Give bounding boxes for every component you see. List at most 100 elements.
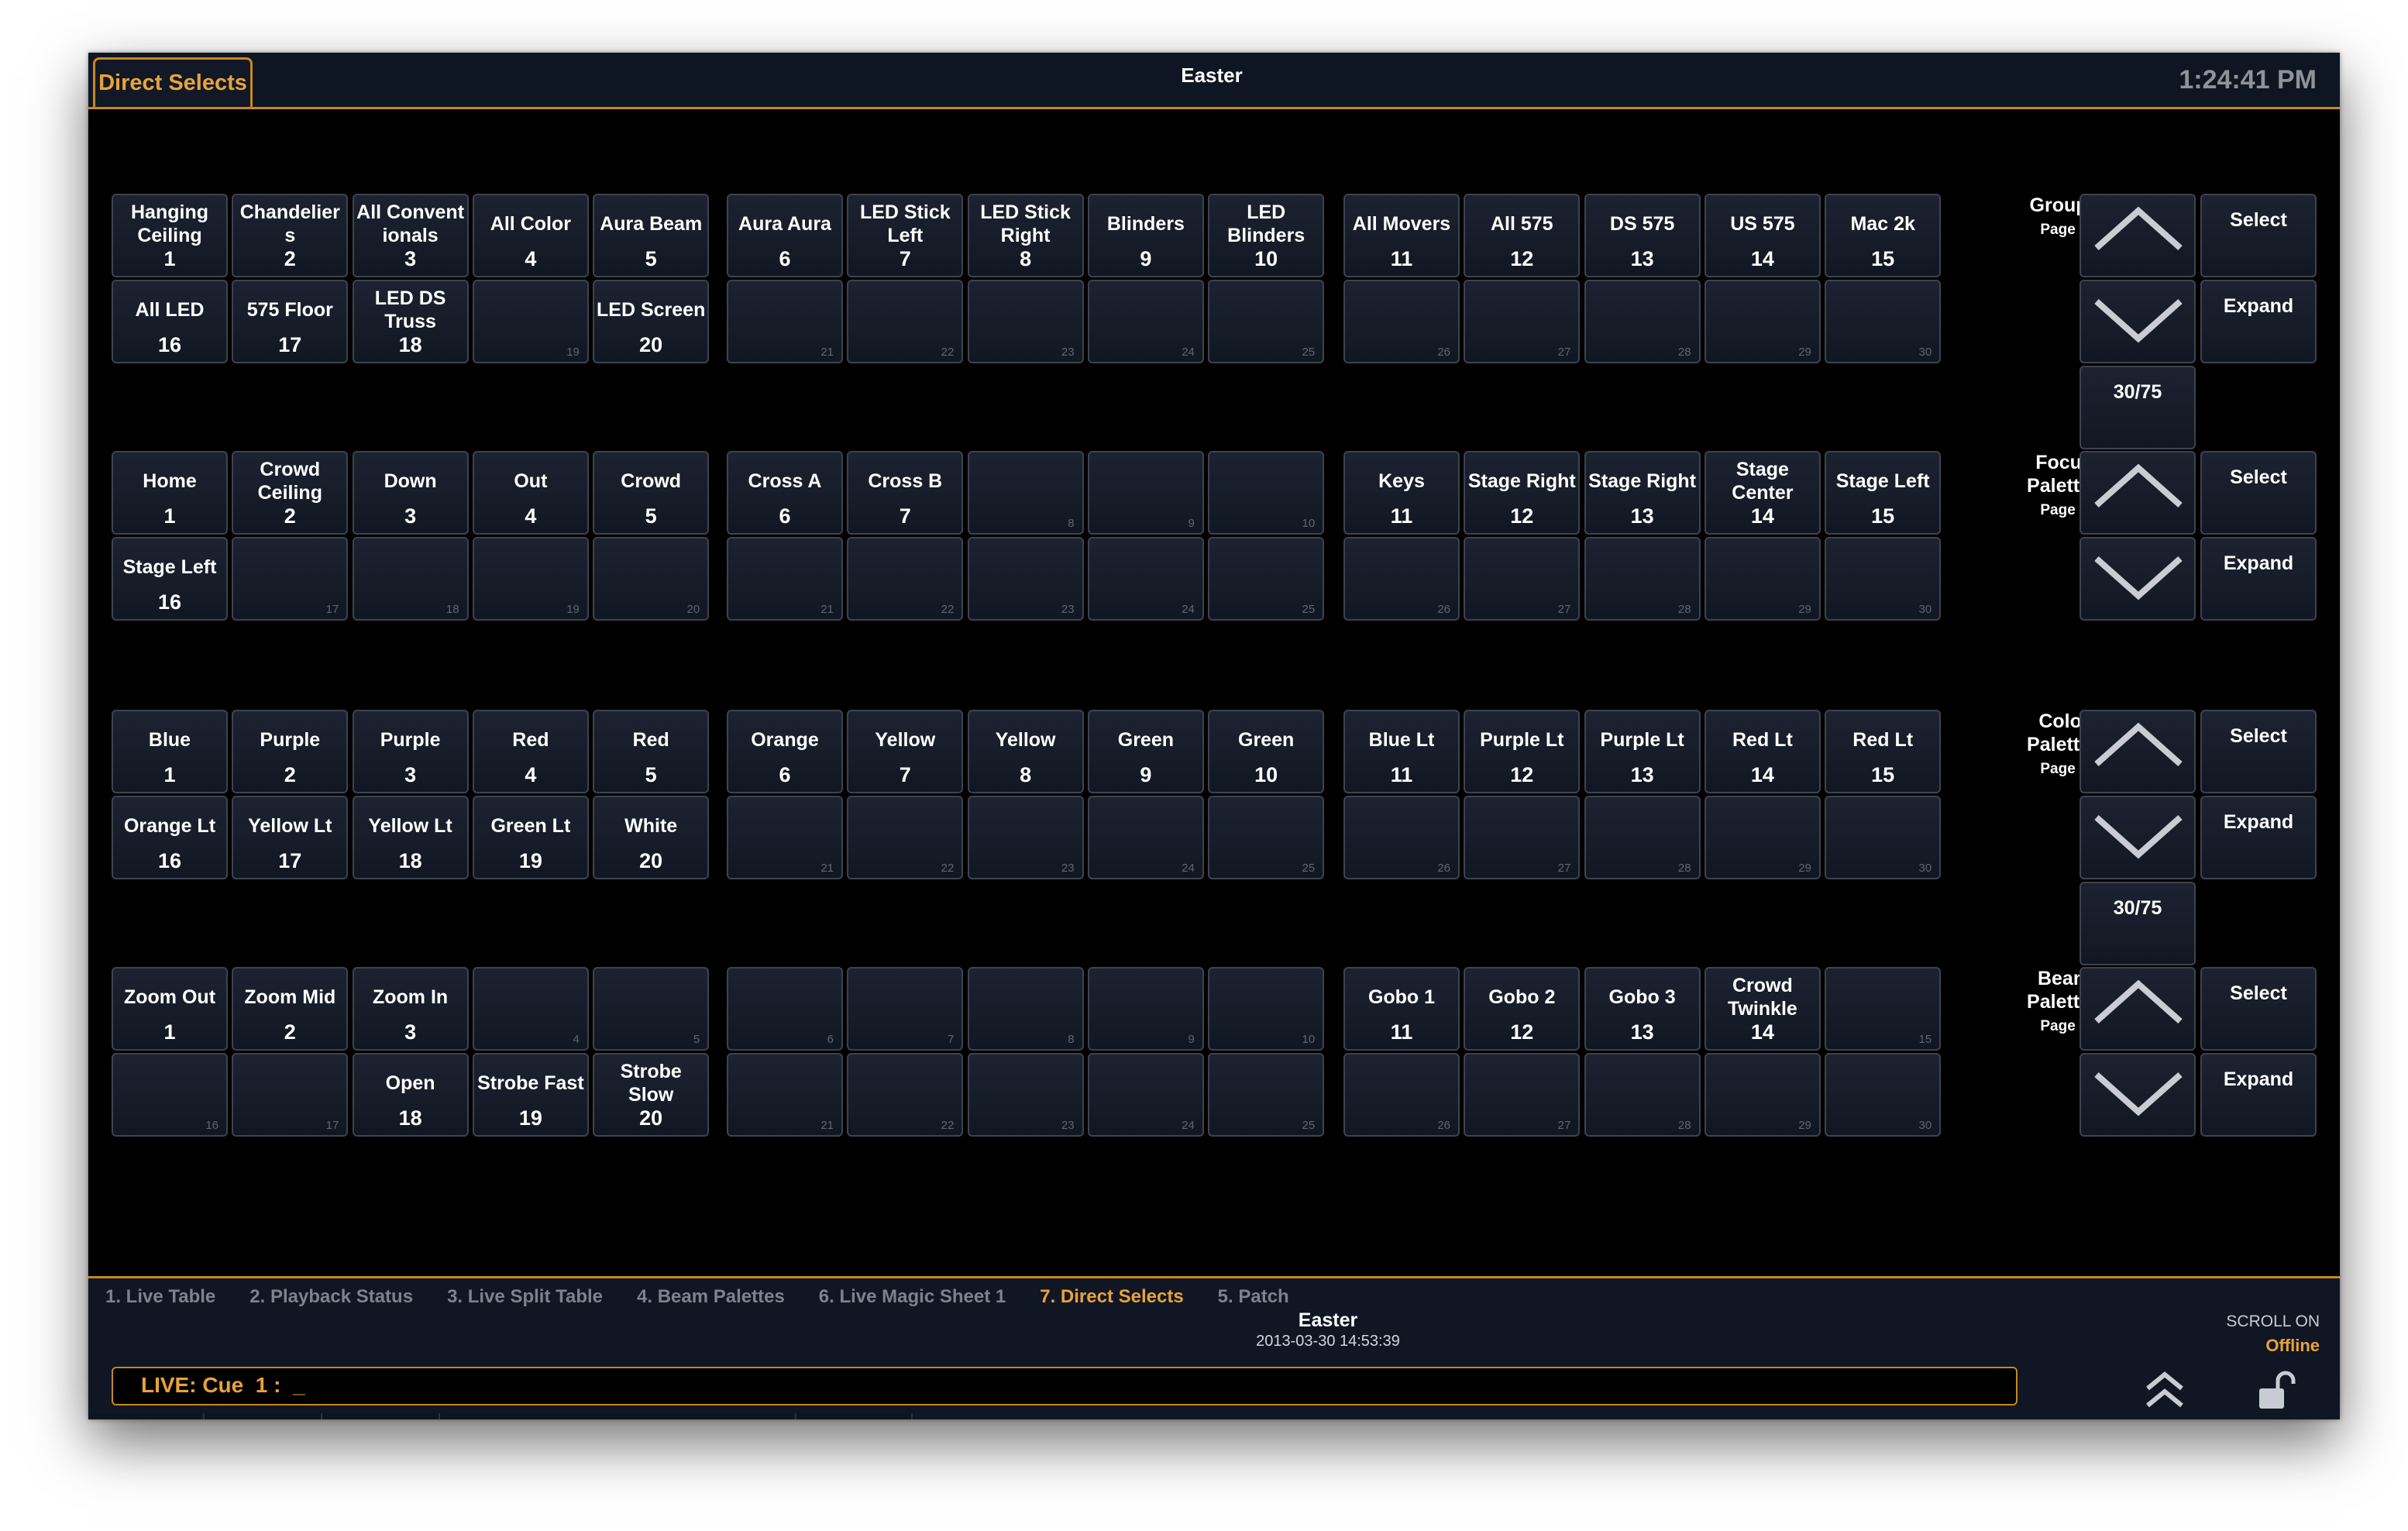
direct-select-button[interactable]: 27: [1464, 796, 1581, 879]
direct-select-button[interactable]: Zoom Mid 2: [232, 967, 349, 1051]
direct-select-button[interactable]: 4: [472, 967, 589, 1051]
direct-select-button[interactable]: Purple Lt 13: [1584, 710, 1701, 793]
direct-select-button[interactable]: All 575 12: [1464, 194, 1581, 277]
direct-select-button[interactable]: 30: [1825, 280, 1942, 363]
direct-select-button[interactable]: Crowd 5: [593, 451, 710, 535]
direct-select-button[interactable]: Mac 2k 15: [1825, 194, 1942, 277]
select-button[interactable]: Select: [2200, 967, 2317, 1051]
workspace-tab[interactable]: 2. Playback Status: [249, 1286, 413, 1307]
direct-select-button[interactable]: Gobo 3 13: [1584, 967, 1701, 1051]
direct-select-button[interactable]: 5: [593, 967, 710, 1051]
direct-select-button[interactable]: Yellow 8: [967, 710, 1084, 793]
direct-select-button[interactable]: 22: [847, 280, 964, 363]
direct-select-button[interactable]: 21: [727, 1053, 843, 1137]
direct-select-button[interactable]: Stage Center 14: [1704, 451, 1821, 535]
page-down-button[interactable]: [2079, 1053, 2196, 1137]
direct-select-button[interactable]: Strobe Fast 19: [472, 1053, 589, 1137]
direct-select-button[interactable]: LED Screen 20: [593, 280, 710, 363]
direct-select-button[interactable]: 24: [1087, 1053, 1204, 1137]
direct-select-button[interactable]: 25: [1208, 537, 1325, 621]
direct-select-button[interactable]: Blinders 9: [1087, 194, 1204, 277]
direct-select-button[interactable]: Yellow 7: [847, 710, 964, 793]
workspace-tab[interactable]: 4. Beam Palettes: [637, 1286, 785, 1307]
direct-select-button[interactable]: 26: [1343, 1053, 1460, 1137]
direct-select-button[interactable]: 15: [1825, 967, 1942, 1051]
direct-select-button[interactable]: 22: [847, 796, 964, 879]
direct-select-button[interactable]: Zoom In 3: [352, 967, 469, 1051]
direct-select-button[interactable]: Yellow Lt 18: [352, 796, 469, 879]
direct-select-button[interactable]: 9: [1087, 451, 1204, 535]
direct-select-button[interactable]: LED Blinders 10: [1208, 194, 1325, 277]
command-line[interactable]: LIVE: Cue 1 : _: [112, 1367, 2018, 1405]
direct-select-button[interactable]: Red Lt 15: [1825, 710, 1942, 793]
direct-select-button[interactable]: Hanging Ceiling 1: [112, 194, 228, 277]
expand-button[interactable]: Expand: [2200, 796, 2317, 879]
direct-select-button[interactable]: 25: [1208, 796, 1325, 879]
direct-select-button[interactable]: Blue Lt 11: [1343, 710, 1460, 793]
direct-select-button[interactable]: Green 10: [1208, 710, 1325, 793]
direct-select-button[interactable]: 24: [1087, 280, 1204, 363]
softkey-beam[interactable]: Beam: [440, 1413, 796, 1419]
direct-select-button[interactable]: Purple 2: [232, 710, 349, 793]
direct-select-button[interactable]: Crowd Ceiling 2: [232, 451, 349, 535]
select-button[interactable]: Select: [2200, 710, 2317, 793]
expand-button[interactable]: Expand: [2200, 280, 2317, 363]
softkey-intensity[interactable]: Intensity: [88, 1413, 205, 1419]
direct-select-button[interactable]: Keys 11: [1343, 451, 1460, 535]
direct-select-button[interactable]: Cross B 7: [847, 451, 964, 535]
page-down-button[interactable]: [2079, 796, 2196, 879]
direct-select-button[interactable]: 25: [1208, 280, 1325, 363]
tab-direct-selects[interactable]: Direct Selects: [93, 57, 253, 107]
direct-select-button[interactable]: Down 3: [352, 451, 469, 535]
expand-button[interactable]: Expand: [2200, 1053, 2317, 1137]
direct-select-button[interactable]: All LED 16: [112, 280, 228, 363]
direct-select-button[interactable]: 24: [1087, 796, 1204, 879]
workspace-tab[interactable]: 1. Live Table: [105, 1286, 215, 1307]
direct-select-button[interactable]: Aura Beam 5: [593, 194, 710, 277]
direct-select-button[interactable]: Cross A 6: [727, 451, 843, 535]
direct-select-button[interactable]: 7: [847, 967, 964, 1051]
direct-select-button[interactable]: US 575 14: [1704, 194, 1821, 277]
direct-select-button[interactable]: 23: [967, 1053, 1084, 1137]
direct-select-button[interactable]: 30: [1825, 537, 1942, 621]
direct-select-button[interactable]: LED DS Truss 18: [352, 280, 469, 363]
softkey-focus[interactable]: Focus: [205, 1413, 322, 1419]
direct-select-button[interactable]: 17: [232, 1053, 349, 1137]
direct-select-button[interactable]: Stage Left 16: [112, 537, 228, 621]
page-up-button[interactable]: [2079, 194, 2196, 277]
direct-select-button[interactable]: Crowd Twinkle 14: [1704, 967, 1821, 1051]
direct-select-button[interactable]: Orange Lt 16: [112, 796, 228, 879]
direct-select-button[interactable]: 28: [1584, 280, 1701, 363]
direct-select-button[interactable]: All Movers 11: [1343, 194, 1460, 277]
workspace-tab[interactable]: 6. Live Magic Sheet 1: [819, 1286, 1006, 1307]
direct-select-button[interactable]: 28: [1584, 537, 1701, 621]
direct-select-button[interactable]: Stage Right 12: [1464, 451, 1581, 535]
direct-select-button[interactable]: 23: [967, 280, 1084, 363]
direct-select-button[interactable]: Green 9: [1087, 710, 1204, 793]
direct-select-button[interactable]: Orange 6: [727, 710, 843, 793]
direct-select-button[interactable]: Stage Left 15: [1825, 451, 1942, 535]
direct-select-button[interactable]: Red 4: [472, 710, 589, 793]
direct-select-button[interactable]: 26: [1343, 796, 1460, 879]
direct-select-button[interactable]: 18: [352, 537, 469, 621]
direct-select-button[interactable]: Aura Aura 6: [727, 194, 843, 277]
direct-select-button[interactable]: 28: [1584, 796, 1701, 879]
direct-select-button[interactable]: 29: [1704, 1053, 1821, 1137]
direct-select-button[interactable]: 16: [112, 1053, 228, 1137]
direct-select-button[interactable]: 26: [1343, 280, 1460, 363]
direct-select-button[interactable]: 9: [1087, 967, 1204, 1051]
direct-select-button[interactable]: 575 Floor 17: [232, 280, 349, 363]
direct-select-button[interactable]: 19: [472, 280, 589, 363]
direct-select-button[interactable]: 23: [967, 537, 1084, 621]
direct-select-button[interactable]: 29: [1704, 796, 1821, 879]
direct-select-button[interactable]: Purple 3: [352, 710, 469, 793]
direct-select-button[interactable]: 20: [593, 537, 710, 621]
direct-select-button[interactable]: Chandelier s2: [232, 194, 349, 277]
direct-select-button[interactable]: 29: [1704, 280, 1821, 363]
select-button[interactable]: Select: [2200, 451, 2317, 535]
page-up-button[interactable]: [2079, 451, 2196, 535]
direct-select-button[interactable]: Strobe Slow 20: [593, 1053, 710, 1137]
direct-select-button[interactable]: 8: [967, 451, 1084, 535]
softkey-blank[interactable]: [796, 1413, 913, 1419]
direct-select-button[interactable]: 10: [1208, 451, 1325, 535]
